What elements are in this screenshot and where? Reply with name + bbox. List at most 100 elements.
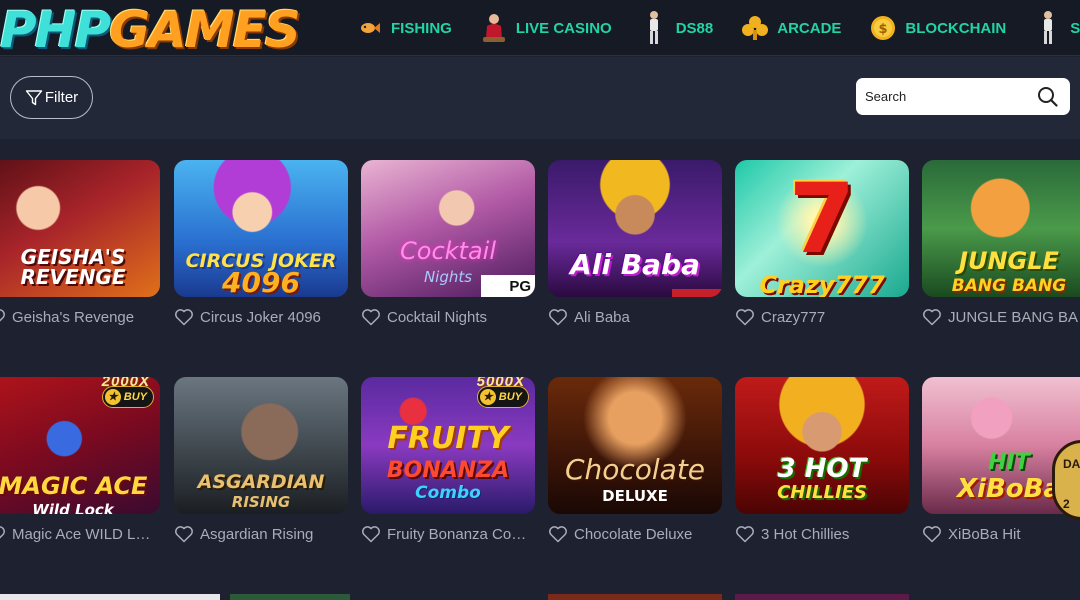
game-label: Cocktail Nights bbox=[361, 306, 535, 328]
game-card-circus-joker-4096[interactable]: CIRCUS JOKER 4096 Circus Joker 4096 bbox=[174, 160, 348, 335]
nav-item-blockchain[interactable]: $ BLOCKCHAIN bbox=[869, 10, 1006, 46]
game-thumbnail[interactable]: 7 Crazy777 bbox=[735, 160, 909, 297]
game-art-title: 3 HOT bbox=[777, 454, 867, 484]
athlete-icon bbox=[640, 10, 668, 46]
heart-icon[interactable] bbox=[922, 308, 942, 326]
nav-label: SPORTS bbox=[1070, 19, 1080, 37]
star-icon: ★ bbox=[479, 389, 496, 405]
nav-item-sports[interactable]: SPORTS bbox=[1034, 10, 1080, 46]
game-art-subtitle-2: Combo bbox=[415, 483, 481, 503]
game-label: JUNGLE BANG BANG bbox=[922, 306, 1080, 328]
game-card-ali-baba[interactable]: Ali Baba Ali Baba bbox=[548, 160, 722, 335]
corner-tag bbox=[672, 289, 722, 297]
game-thumbnail[interactable]: Cocktail Nights PG bbox=[361, 160, 535, 297]
game-card-crazy777[interactable]: 7 Crazy777 Crazy777 bbox=[735, 160, 909, 335]
logo-text-php: PHP bbox=[0, 1, 111, 56]
game-label: Magic Ace WILD LOCK bbox=[0, 523, 160, 545]
game-label: Geisha's Revenge bbox=[0, 306, 160, 328]
search-input[interactable] bbox=[856, 78, 1036, 115]
game-name: Crazy777 bbox=[761, 308, 826, 326]
star-icon: ★ bbox=[104, 389, 121, 405]
search-box bbox=[856, 78, 1070, 115]
filter-label: Filter bbox=[44, 89, 79, 106]
game-thumbnail[interactable]: ASGARDIAN RISING bbox=[174, 377, 348, 514]
games-grid: GEISHA'S REVENGE Geisha's Revenge CIRCUS… bbox=[0, 139, 1080, 600]
logo-text-games: GAMES bbox=[109, 1, 301, 56]
nav-label: LIVE CASINO bbox=[515, 19, 612, 37]
game-card-asgardian-rising[interactable]: ASGARDIAN RISING Asgardian Rising bbox=[174, 377, 348, 552]
game-thumbnail[interactable]: 3 HOT CHILLIES bbox=[735, 377, 909, 514]
heart-icon[interactable] bbox=[174, 308, 194, 326]
game-card-jungle-bang-bang[interactable]: JUNGLE BANG BANG JUNGLE BANG BANG bbox=[922, 160, 1080, 335]
game-thumbnail[interactable]: CIRCUS JOKER 4096 bbox=[174, 160, 348, 297]
game-art-title: FRUITY bbox=[387, 421, 509, 456]
game-thumbnail[interactable]: 2000X ★ BUY MAGIC ACE Wild Lock bbox=[0, 377, 160, 514]
heart-icon[interactable] bbox=[0, 308, 6, 326]
nav-label: FISHING bbox=[391, 19, 452, 37]
game-art-subtitle: CHILLIES bbox=[777, 482, 867, 503]
game-thumbnail[interactable]: Chocolate DELUXE bbox=[548, 377, 722, 514]
game-art-subtitle: 4096 bbox=[222, 266, 300, 297]
game-name: XiBoBa Hit bbox=[948, 525, 1021, 543]
daily-badge-number: 2 bbox=[1063, 497, 1070, 511]
filter-bar: Filter bbox=[0, 57, 1080, 139]
nav-item-live-casino[interactable]: LIVE CASINO bbox=[480, 10, 612, 46]
game-thumbnail[interactable]: Ali Baba bbox=[548, 160, 722, 297]
game-card-magic-ace-wild-lock[interactable]: 2000X ★ BUY MAGIC ACE Wild Lock Magic Ace… bbox=[0, 377, 160, 552]
game-thumbnail[interactable]: 5000X ★ BUY FRUITY BONANZA Combo bbox=[361, 377, 535, 514]
game-art-subtitle: BONANZA bbox=[386, 458, 510, 483]
heart-icon[interactable] bbox=[548, 308, 568, 326]
game-art-title: GEISHA'S REVENGE bbox=[20, 245, 126, 289]
next-row-peek bbox=[0, 594, 1080, 600]
game-name: Geisha's Revenge bbox=[12, 308, 135, 326]
game-art-title: Chocolate bbox=[564, 453, 706, 486]
game-card-3-hot-chillies[interactable]: 3 HOT CHILLIES 3 Hot Chillies bbox=[735, 377, 909, 552]
game-name: Magic Ace WILD LOCK bbox=[12, 525, 160, 543]
game-art-title: JUNGLE bbox=[959, 247, 1059, 275]
heart-icon[interactable] bbox=[548, 525, 568, 543]
game-thumbnail[interactable]: GEISHA'S REVENGE bbox=[0, 160, 160, 297]
game-card-fruity-bonanza-combo[interactable]: 5000X ★ BUY FRUITY BONANZA Combo Fruity B… bbox=[361, 377, 535, 552]
game-label: 3 Hot Chillies bbox=[735, 523, 909, 545]
buy-badge: ★ BUY bbox=[476, 386, 529, 408]
game-card-geishas-revenge[interactable]: GEISHA'S REVENGE Geisha's Revenge bbox=[0, 160, 160, 335]
game-name: Cocktail Nights bbox=[387, 308, 488, 326]
game-art-subtitle: Wild Lock bbox=[32, 501, 114, 515]
filter-button[interactable]: Filter bbox=[10, 76, 93, 119]
game-name: Asgardian Rising bbox=[200, 525, 314, 543]
heart-icon[interactable] bbox=[0, 525, 6, 543]
fish-icon bbox=[355, 10, 383, 46]
heart-icon[interactable] bbox=[922, 525, 942, 543]
coin-icon: $ bbox=[869, 10, 897, 46]
heart-icon[interactable] bbox=[174, 525, 194, 543]
buy-label: BUY bbox=[498, 391, 522, 403]
daily-badge-text: DAIL bbox=[1063, 457, 1080, 471]
site-logo[interactable]: PHPGAMES bbox=[0, 1, 301, 56]
dealer-icon bbox=[480, 10, 508, 46]
heart-icon[interactable] bbox=[735, 308, 755, 326]
nav-item-arcade[interactable]: ARCADE bbox=[741, 10, 841, 46]
club-icon bbox=[741, 10, 769, 46]
heart-icon[interactable] bbox=[735, 525, 755, 543]
game-label: Crazy777 bbox=[735, 306, 909, 328]
game-art-title: Ali Baba bbox=[570, 248, 700, 281]
game-label: Asgardian Rising bbox=[174, 523, 348, 545]
game-name: Fruity Bonanza Combo bbox=[387, 525, 535, 543]
game-name: Ali Baba bbox=[574, 308, 630, 326]
nav-item-ds88[interactable]: DS88 bbox=[640, 10, 713, 46]
game-card-chocolate-deluxe[interactable]: Chocolate DELUXE Chocolate Deluxe bbox=[548, 377, 722, 552]
game-card-cocktail-nights[interactable]: Cocktail Nights PG Cocktail Nights bbox=[361, 160, 535, 335]
heart-icon[interactable] bbox=[361, 308, 381, 326]
game-art-title: MAGIC ACE bbox=[0, 472, 148, 500]
game-art-subtitle: Crazy777 bbox=[759, 271, 885, 297]
game-label: Fruity Bonanza Combo bbox=[361, 523, 535, 545]
nav-item-fishing[interactable]: FISHING bbox=[355, 10, 452, 46]
game-thumbnail[interactable]: JUNGLE BANG BANG bbox=[922, 160, 1080, 297]
search-icon[interactable] bbox=[1037, 86, 1058, 107]
heart-icon[interactable] bbox=[361, 525, 381, 543]
game-label: Circus Joker 4096 bbox=[174, 306, 348, 328]
svg-text:$: $ bbox=[879, 22, 888, 37]
provider-badge: PG bbox=[481, 275, 535, 297]
athlete-icon bbox=[1034, 10, 1062, 46]
nav-label: BLOCKCHAIN bbox=[905, 19, 1007, 37]
